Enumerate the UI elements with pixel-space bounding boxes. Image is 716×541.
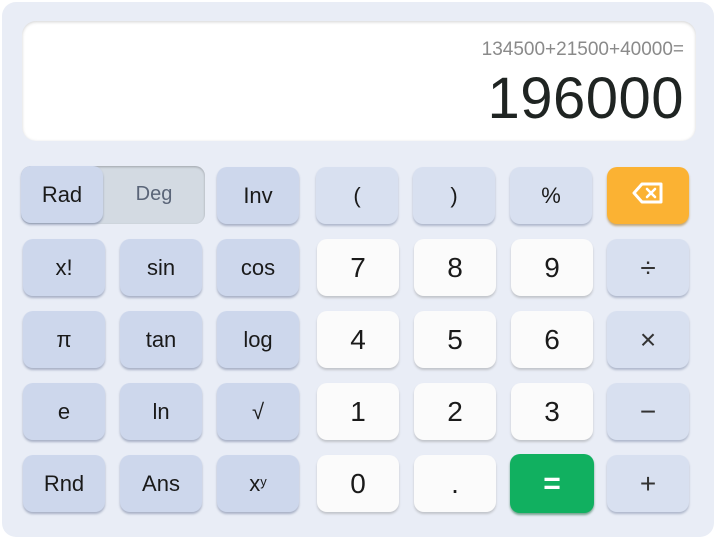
digit-0-button[interactable]: 0 xyxy=(317,455,399,512)
digit-5-button[interactable]: 5 xyxy=(414,311,496,368)
ln-button[interactable]: ln xyxy=(120,383,202,440)
power-exponent: y xyxy=(260,474,267,489)
right-paren-button[interactable]: ) xyxy=(413,167,495,224)
minus-button[interactable]: − xyxy=(607,383,689,440)
expression-text: 134500+21500+40000= xyxy=(481,39,684,60)
rnd-button[interactable]: Rnd xyxy=(23,455,105,512)
power-button[interactable]: xy xyxy=(217,455,299,512)
result-text: 196000 xyxy=(487,66,684,131)
sin-button[interactable]: sin xyxy=(120,239,202,296)
sqrt-button[interactable]: √ xyxy=(217,383,299,440)
digit-3-button[interactable]: 3 xyxy=(511,383,593,440)
ans-button[interactable]: Ans xyxy=(120,455,202,512)
tan-button[interactable]: tan xyxy=(120,311,202,368)
digit-4-button[interactable]: 4 xyxy=(317,311,399,368)
inv-button[interactable]: Inv xyxy=(217,167,299,224)
backspace-icon xyxy=(632,182,664,210)
plus-button[interactable]: + xyxy=(607,455,689,512)
backspace-button[interactable] xyxy=(607,167,689,224)
digit-7-button[interactable]: 7 xyxy=(317,239,399,296)
e-button[interactable]: e xyxy=(23,383,105,440)
digit-6-button[interactable]: 6 xyxy=(511,311,593,368)
power-base: x xyxy=(249,470,261,496)
left-paren-button[interactable]: ( xyxy=(316,167,398,224)
decimal-button[interactable]: . xyxy=(414,455,496,512)
cos-button[interactable]: cos xyxy=(217,239,299,296)
display: 134500+21500+40000= 196000 xyxy=(22,21,696,141)
log-button[interactable]: log xyxy=(217,311,299,368)
digit-2-button[interactable]: 2 xyxy=(414,383,496,440)
equals-button[interactable]: = xyxy=(510,454,594,513)
rad-option[interactable]: Rad xyxy=(21,166,103,223)
factorial-button[interactable]: x! xyxy=(23,239,105,296)
digit-8-button[interactable]: 8 xyxy=(414,239,496,296)
angle-mode-toggle[interactable]: Rad Deg xyxy=(21,166,205,224)
digit-1-button[interactable]: 1 xyxy=(317,383,399,440)
multiply-button[interactable]: × xyxy=(607,311,689,368)
digit-9-button[interactable]: 9 xyxy=(511,239,593,296)
pi-button[interactable]: π xyxy=(23,311,105,368)
deg-option[interactable]: Deg xyxy=(103,166,205,223)
divide-button[interactable]: ÷ xyxy=(607,239,689,296)
percent-button[interactable]: % xyxy=(510,167,592,224)
